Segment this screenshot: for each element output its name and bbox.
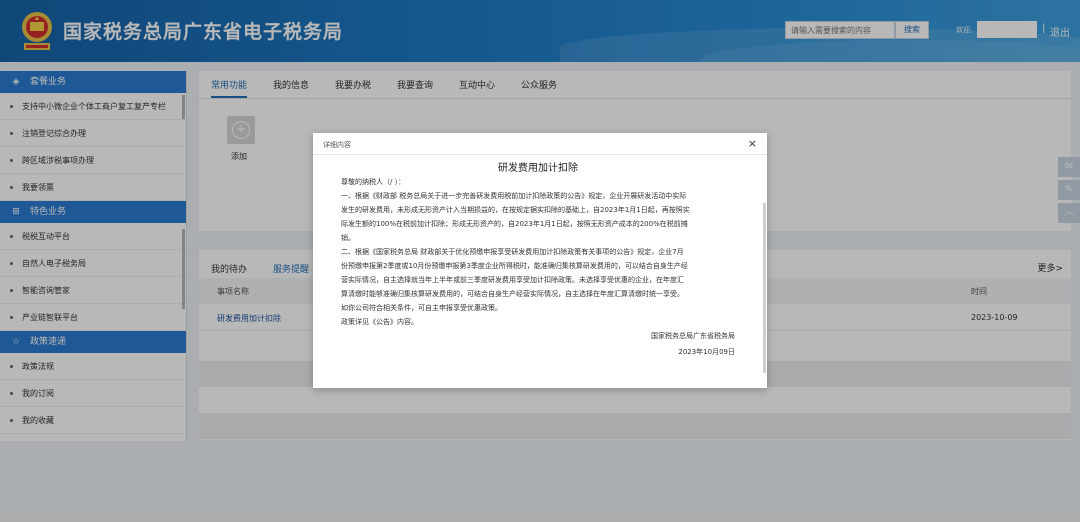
notice-paragraph-3: 政策详见《公告》内容。 [341,318,418,326]
notice-heading: 研发费用加计扣除 [498,163,578,174]
modal-body: 研发费用加计扣除 尊敬的纳税人（/ ）： 一、根据《财政部 税务总局关于进一步完… [313,155,767,388]
notice-signature: 国家税务总局广东省税务局 [651,332,735,340]
modal-title: 详细内容 [323,141,351,149]
notice-paragraph-2: 二、根据《国家税务总局 财政部关于优化预缴申报享受研发费用加计扣除政策有关事项的… [341,248,688,312]
salutation: 尊敬的纳税人（/ ）： [341,178,406,186]
modal-scrollbar[interactable] [763,203,766,373]
modal-header: 详细内容 × [313,133,767,155]
detail-modal: 详细内容 × 研发费用加计扣除 尊敬的纳税人（/ ）： 一、根据《财政部 税务总… [313,133,767,388]
notice-date: 2023年10月09日 [678,348,735,356]
close-icon[interactable]: × [748,137,757,150]
notice-paragraph-1: 一、根据《财政部 税务总局关于进一步完善研发费用税前加计扣除政策的公告》规定，企… [341,192,690,242]
